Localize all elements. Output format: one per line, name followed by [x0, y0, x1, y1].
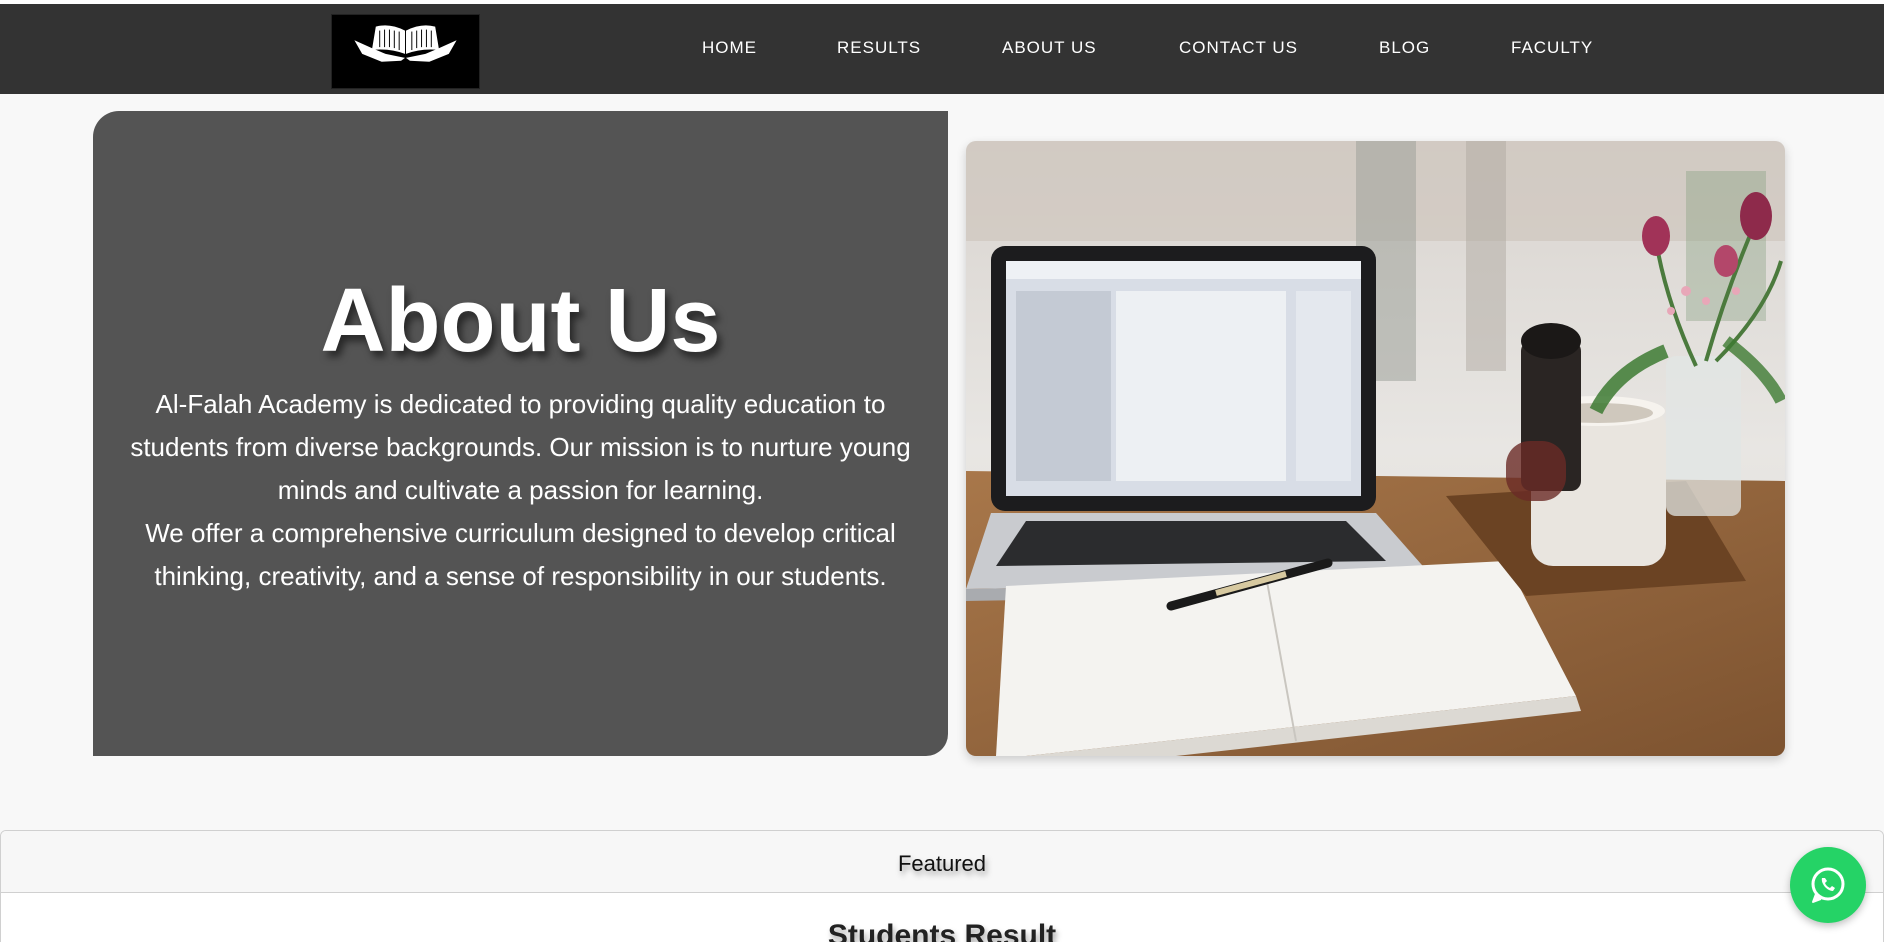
featured-card: Featured Students Result	[0, 830, 1884, 942]
nav-home[interactable]: HOME	[702, 38, 757, 58]
about-paragraph-1: Al-Falah Academy is dedicated to providi…	[130, 389, 911, 505]
nav-contact-us[interactable]: CONTACT US	[1179, 38, 1298, 58]
whatsapp-icon	[1811, 867, 1845, 903]
laptop-notebook-photo	[966, 141, 1785, 756]
open-book-hands-icon	[332, 15, 479, 88]
nav-faculty[interactable]: FACULTY	[1511, 38, 1593, 58]
nav-blog[interactable]: BLOG	[1379, 38, 1430, 58]
navbar: HOME RESULTS ABOUT US CONTACT US BLOG FA…	[0, 4, 1884, 94]
nav-about-us[interactable]: ABOUT US	[1002, 38, 1097, 58]
academy-logo[interactable]	[331, 14, 480, 89]
about-paragraph-2: We offer a comprehensive curriculum desi…	[145, 518, 896, 591]
featured-label: Featured	[897, 851, 987, 876]
about-panel: About Us Al-Falah Academy is dedicated t…	[93, 111, 948, 756]
featured-header: Featured	[1, 831, 1883, 893]
about-description: Al-Falah Academy is dedicated to providi…	[107, 383, 934, 598]
nav-results[interactable]: RESULTS	[837, 38, 921, 58]
students-result-title: Students Result	[827, 919, 1057, 942]
page-title: About Us	[320, 271, 721, 371]
whatsapp-button[interactable]	[1790, 847, 1866, 923]
